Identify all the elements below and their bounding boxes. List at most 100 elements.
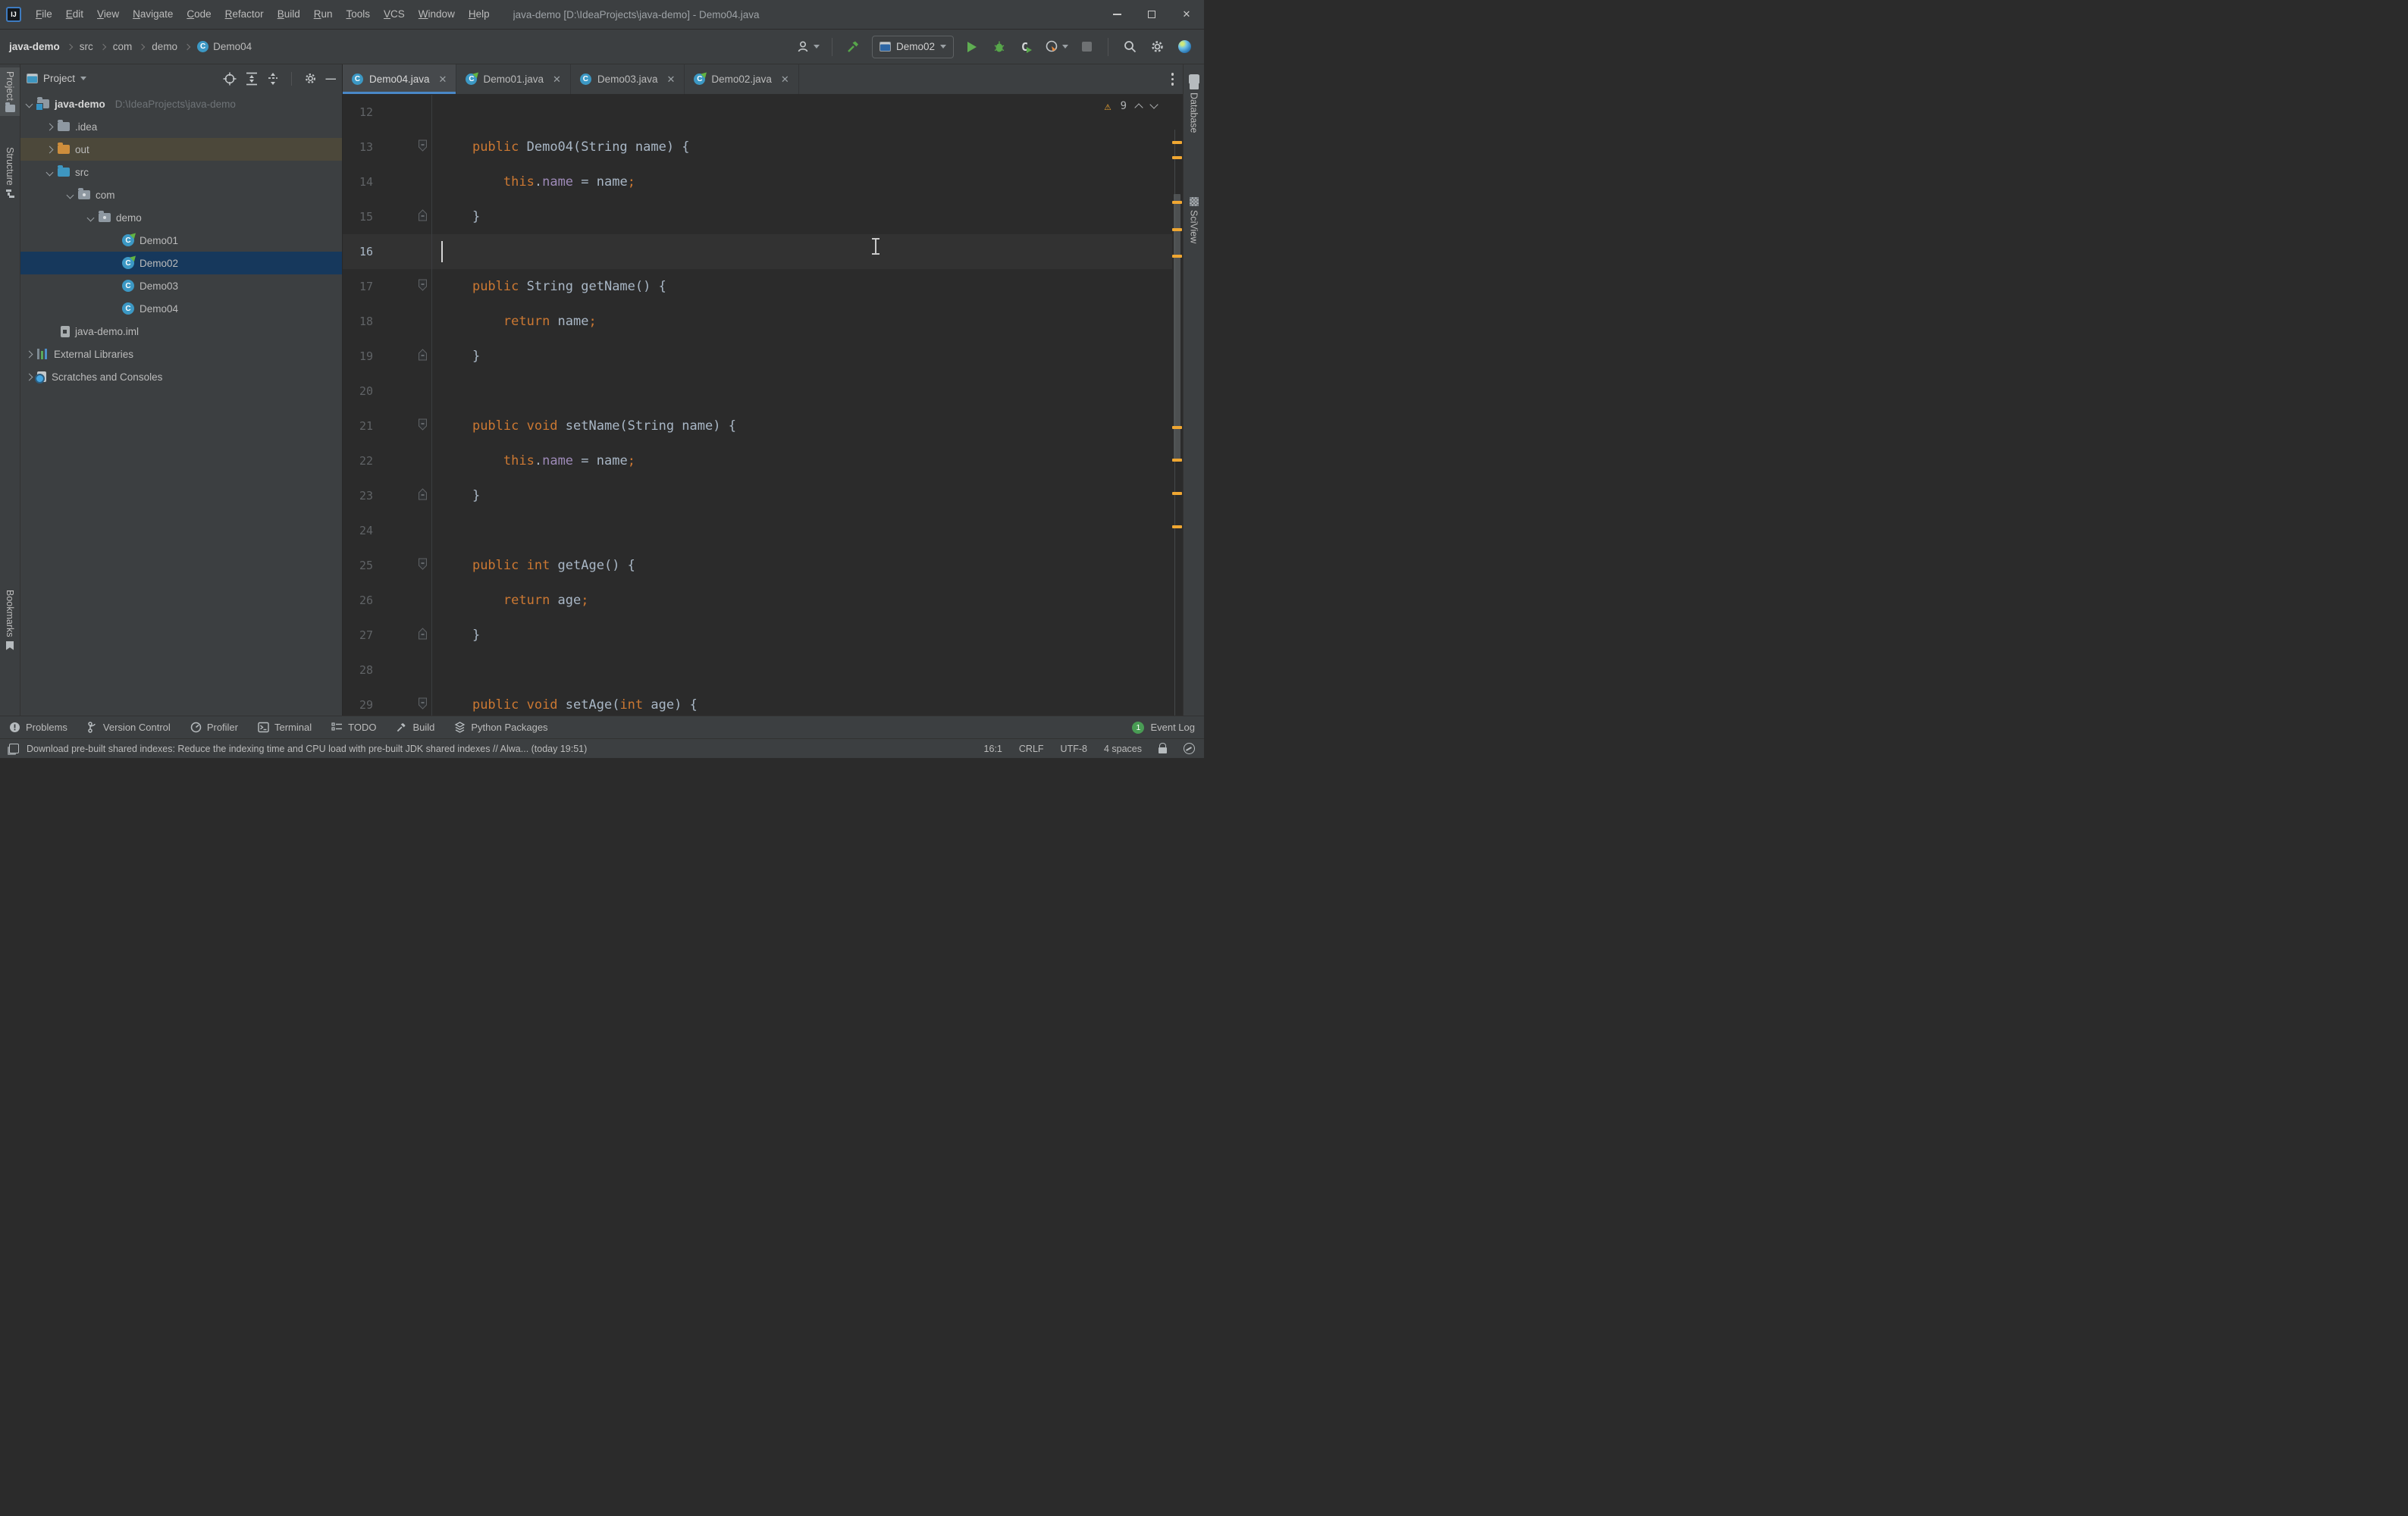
menu-run[interactable]: Run bbox=[307, 8, 340, 20]
chevron-right-icon[interactable] bbox=[46, 146, 54, 153]
tree-item-demo01[interactable]: CDemo01 bbox=[20, 229, 342, 252]
status-message[interactable]: Download pre-built shared indexes: Reduc… bbox=[27, 744, 587, 754]
error-stripe[interactable] bbox=[1172, 95, 1183, 716]
fold-end-icon[interactable] bbox=[418, 628, 428, 644]
build-hammer-icon[interactable] bbox=[845, 36, 863, 58]
tab-demo01-java[interactable]: CDemo01.java✕ bbox=[456, 64, 570, 94]
collapse-all-icon[interactable] bbox=[267, 72, 279, 86]
tree-item-demo03[interactable]: CDemo03 bbox=[20, 274, 342, 297]
search-everywhere-icon[interactable] bbox=[1121, 36, 1139, 58]
breadcrumb-demo04[interactable]: CDemo04 bbox=[197, 41, 252, 52]
chevron-down-icon[interactable] bbox=[46, 168, 54, 176]
tree-item-java-demo[interactable]: java-demoD:\IdeaProjects\java-demo bbox=[20, 92, 342, 115]
tool-window-button-terminal[interactable]: Terminal bbox=[258, 722, 312, 733]
menu-view[interactable]: View bbox=[90, 8, 126, 20]
tree-item-out[interactable]: out bbox=[20, 138, 342, 161]
fold-collapse-icon[interactable] bbox=[418, 279, 428, 295]
run-with-coverage-button[interactable]: C bbox=[1017, 36, 1036, 58]
tool-window-button-problems[interactable]: Problems bbox=[9, 722, 67, 733]
tool-window-button-python-packages[interactable]: Python Packages bbox=[454, 722, 547, 733]
tool-window-button-version-control[interactable]: Version Control bbox=[87, 722, 171, 733]
run-configuration-select[interactable]: Demo02 bbox=[872, 36, 954, 58]
menu-refactor[interactable]: Refactor bbox=[218, 8, 271, 20]
tab-close-icon[interactable]: ✕ bbox=[781, 74, 789, 86]
chevron-down-icon[interactable] bbox=[87, 214, 95, 221]
menu-window[interactable]: Window bbox=[412, 8, 462, 20]
tree-item-scratches-and-consoles[interactable]: Scratches and Consoles bbox=[20, 365, 342, 388]
highlighting-level-icon[interactable] bbox=[1184, 743, 1195, 754]
tab-demo04-java[interactable]: CDemo04.java✕ bbox=[343, 64, 456, 94]
panel-settings-gear-icon[interactable] bbox=[304, 72, 317, 85]
fold-collapse-icon[interactable] bbox=[418, 418, 428, 434]
inspection-widget[interactable]: ⚠ 9 bbox=[1105, 99, 1157, 113]
profiler-button[interactable] bbox=[1045, 36, 1068, 58]
hide-panel-icon[interactable]: — bbox=[326, 73, 337, 84]
tool-button-structure[interactable]: Structure bbox=[0, 143, 20, 202]
project-view-select[interactable]: Project bbox=[27, 73, 86, 84]
minimize-button[interactable] bbox=[1099, 0, 1134, 29]
tree-item-com[interactable]: com bbox=[20, 183, 342, 206]
tree-item-src[interactable]: src bbox=[20, 161, 342, 183]
tree-item-external-libraries[interactable]: External Libraries bbox=[20, 343, 342, 365]
tool-window-button-profiler[interactable]: Profiler bbox=[190, 722, 238, 733]
run-button[interactable] bbox=[963, 36, 981, 58]
menu-code[interactable]: Code bbox=[180, 8, 218, 20]
menu-edit[interactable]: Edit bbox=[59, 8, 90, 20]
breadcrumb-java-demo[interactable]: java-demo bbox=[9, 41, 60, 52]
prev-warning-icon[interactable] bbox=[1134, 103, 1143, 111]
close-button[interactable]: ✕ bbox=[1169, 0, 1204, 29]
tool-window-button-todo[interactable]: TODO bbox=[331, 722, 376, 733]
maximize-button[interactable] bbox=[1134, 0, 1169, 29]
breadcrumb-com[interactable]: com bbox=[113, 41, 133, 52]
menu-file[interactable]: File bbox=[29, 8, 59, 20]
debug-button[interactable] bbox=[990, 36, 1008, 58]
fold-end-icon[interactable] bbox=[418, 349, 428, 365]
expand-selection-icon[interactable] bbox=[246, 72, 258, 86]
tab-close-icon[interactable]: ✕ bbox=[553, 74, 561, 86]
chevron-down-icon[interactable] bbox=[67, 191, 74, 199]
tab-close-icon[interactable]: ✕ bbox=[439, 74, 447, 86]
menu-build[interactable]: Build bbox=[271, 8, 307, 20]
menu-vcs[interactable]: VCS bbox=[377, 8, 412, 20]
scrollbar-thumb[interactable] bbox=[1174, 194, 1180, 462]
breadcrumb-src[interactable]: src bbox=[80, 41, 93, 52]
breadcrumb-demo[interactable]: demo bbox=[152, 41, 177, 52]
indent-setting[interactable]: 4 spaces bbox=[1104, 744, 1142, 754]
fold-collapse-icon[interactable] bbox=[418, 139, 428, 155]
fold-collapse-icon[interactable] bbox=[418, 558, 428, 574]
tool-button-sciview[interactable]: SciView bbox=[1184, 193, 1204, 247]
tree-item-demo[interactable]: demo bbox=[20, 206, 342, 229]
user-account-icon[interactable] bbox=[797, 36, 820, 58]
fold-end-icon[interactable] bbox=[418, 488, 428, 504]
locate-file-icon[interactable] bbox=[223, 72, 237, 86]
tool-window-button-build[interactable]: Build bbox=[396, 722, 434, 733]
tab-close-icon[interactable]: ✕ bbox=[666, 74, 675, 86]
tree-item-demo04[interactable]: CDemo04 bbox=[20, 297, 342, 320]
fold-collapse-icon[interactable] bbox=[418, 697, 428, 713]
tree-item-demo02[interactable]: CDemo02 bbox=[20, 252, 342, 274]
readonly-lock-icon[interactable] bbox=[1159, 747, 1167, 753]
fold-end-icon[interactable] bbox=[418, 209, 428, 225]
settings-gear-icon[interactable] bbox=[1148, 36, 1166, 58]
caret-position[interactable]: 16:1 bbox=[984, 744, 1002, 754]
menu-help[interactable]: Help bbox=[462, 8, 497, 20]
chevron-right-icon[interactable] bbox=[46, 123, 54, 130]
tree-item-idea[interactable]: .idea bbox=[20, 115, 342, 138]
file-encoding[interactable]: UTF-8 bbox=[1061, 744, 1087, 754]
next-warning-icon[interactable] bbox=[1149, 100, 1158, 108]
menu-tools[interactable]: Tools bbox=[340, 8, 378, 20]
tool-button-project[interactable]: Project bbox=[0, 67, 20, 116]
code-editor[interactable]: ⚠ 9 1213 public Demo04(String name) {14 … bbox=[343, 95, 1183, 716]
tab-demo03-java[interactable]: CDemo03.java✕ bbox=[571, 64, 685, 94]
gradle-sphere-icon[interactable] bbox=[1175, 36, 1193, 58]
chevron-right-icon[interactable] bbox=[26, 373, 33, 381]
line-separator[interactable]: CRLF bbox=[1019, 744, 1044, 754]
event-log-button[interactable]: 1Event Log bbox=[1132, 722, 1195, 734]
tab-demo02-java[interactable]: CDemo02.java✕ bbox=[685, 64, 798, 94]
tool-button-database[interactable]: Database bbox=[1184, 70, 1204, 137]
tab-list-more-icon[interactable] bbox=[1162, 64, 1184, 94]
chevron-right-icon[interactable] bbox=[26, 350, 33, 358]
chevron-down-icon[interactable] bbox=[26, 100, 33, 108]
tool-button-bookmarks[interactable]: Bookmarks bbox=[0, 586, 20, 654]
tree-item-java-demo-iml[interactable]: java-demo.iml bbox=[20, 320, 342, 343]
